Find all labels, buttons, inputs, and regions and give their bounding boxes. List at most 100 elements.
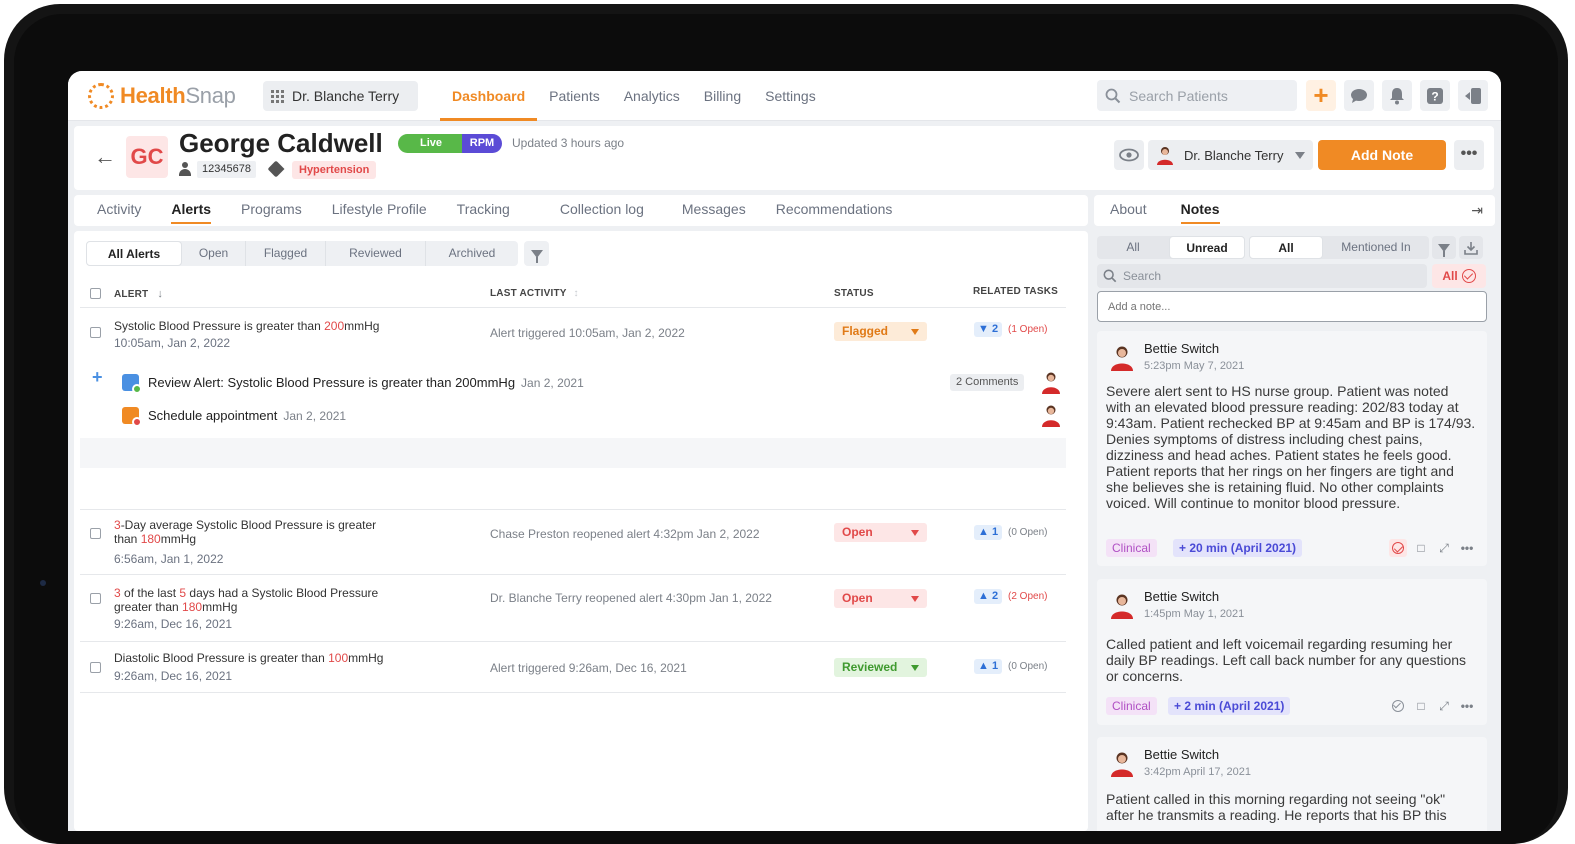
note-author: Bettie Switch [1144, 341, 1220, 356]
arrow-up-icon: ▲ [978, 660, 989, 672]
note-tag[interactable]: Clinical [1106, 697, 1157, 715]
note-tag[interactable]: Clinical [1106, 539, 1157, 557]
messages-button[interactable] [1344, 80, 1374, 111]
filter-flagged[interactable]: Flagged [246, 241, 326, 266]
filter-icon [530, 249, 543, 263]
tab-activity[interactable]: Activity [84, 195, 154, 226]
task-count[interactable]: ▼ 2 [974, 322, 1003, 337]
nav-patients[interactable]: Patients [537, 71, 612, 121]
alert-title[interactable]: 3-Day average Systolic Blood Pressure is… [114, 518, 414, 546]
back-arrow-icon[interactable]: ← [94, 144, 116, 170]
tab-programs[interactable]: Programs [228, 195, 315, 226]
notes-panel: All Unread All Mentioned In Search All B… [1094, 231, 1495, 831]
add-plus-button[interactable]: + [1306, 80, 1336, 111]
note-more-icon[interactable]: ••• [1458, 697, 1476, 715]
notifications-button[interactable] [1382, 80, 1412, 111]
header-alert[interactable]: ALERT ↓ [114, 288, 163, 300]
help-button[interactable]: ? [1420, 80, 1450, 111]
mention-filter: All Mentioned In [1249, 236, 1429, 259]
expand-icon[interactable]: ⤢ [1435, 539, 1453, 557]
task-count[interactable]: ▲ 1 [974, 659, 1003, 674]
tab-about[interactable]: About [1097, 195, 1160, 226]
row-checkbox[interactable] [90, 662, 101, 673]
status-dropdown[interactable]: Open [834, 589, 927, 608]
alerts-panel: All Alerts Open Flagged Reviewed Archive… [74, 231, 1088, 831]
note-time: 1:45pm May 1, 2021 [1144, 608, 1245, 620]
task-icon [122, 374, 142, 394]
row-checkbox[interactable] [90, 593, 101, 604]
alert-title[interactable]: Systolic Blood Pressure is greater than … [114, 319, 379, 333]
filter-button[interactable] [524, 241, 549, 266]
comments-badge[interactable]: 2 Comments [950, 374, 1025, 391]
row-checkbox[interactable] [90, 528, 101, 539]
alert-title[interactable]: Diastolic Blood Pressure is greater than… [114, 651, 383, 665]
mark-read-icon[interactable] [1389, 539, 1407, 557]
filter-all-alerts[interactable]: All Alerts [86, 241, 182, 266]
note-time: 3:42pm April 17, 2021 [1144, 766, 1252, 778]
tab-notes[interactable]: Notes [1168, 195, 1233, 226]
tab-recommendations[interactable]: Recommendations [763, 195, 906, 226]
all-notes-chip[interactable]: All [1432, 264, 1486, 288]
nav-dashboard[interactable]: Dashboard [440, 71, 538, 121]
assignee-dropdown[interactable]: Dr. Blanche Terry [1148, 140, 1313, 170]
app-screen: HealthSnap Dr. Blanche Terry Dashboard P… [68, 71, 1501, 831]
search-patients-input[interactable]: Search Patients [1097, 80, 1297, 111]
status-dropdown[interactable]: Flagged [834, 322, 927, 341]
tab-collection-log[interactable]: Collection log [547, 195, 657, 226]
comment-icon[interactable]: □ [1412, 539, 1430, 557]
mark-read-icon[interactable] [1389, 697, 1407, 715]
alert-title[interactable]: 3 of the last 5 days had a Systolic Bloo… [114, 586, 414, 614]
filter-open[interactable]: Open [182, 241, 246, 266]
divider [80, 574, 1066, 575]
tab-messages[interactable]: Messages [669, 195, 759, 226]
more-options-icon[interactable]: ••• [1454, 140, 1484, 170]
subtask-title[interactable]: Review Alert: Systolic Blood Pressure is… [148, 375, 584, 390]
comment-icon[interactable]: □ [1412, 697, 1430, 715]
notes-filter-button[interactable] [1432, 236, 1456, 259]
row-checkbox[interactable] [90, 327, 101, 338]
download-button[interactable] [1459, 236, 1483, 259]
add-task-icon[interactable]: + [92, 367, 103, 388]
filter-all-notes[interactable]: All [1097, 236, 1169, 259]
alert-time: 9:26am, Dec 16, 2021 [114, 669, 233, 683]
nav-settings[interactable]: Settings [753, 71, 828, 121]
collapse-panel-icon[interactable]: ⇥ [1471, 202, 1483, 219]
read-filter: All Unread [1097, 236, 1245, 259]
logo[interactable]: HealthSnap [88, 81, 236, 111]
filter-archived[interactable]: Archived [426, 241, 518, 266]
status-dropdown[interactable]: Reviewed [834, 658, 927, 677]
last-activity: Dr. Blanche Terry reopened alert 4:30pm … [490, 591, 772, 605]
status-dropdown[interactable]: Open [834, 523, 927, 542]
note-duration[interactable]: + 2 min (April 2021) [1168, 697, 1291, 715]
logout-button[interactable] [1458, 80, 1488, 111]
note-card: Bettie Switch 3:42pm April 17, 2021 Pati… [1097, 737, 1487, 831]
chevron-down-icon [911, 665, 919, 671]
add-note-button[interactable]: Add Note [1318, 140, 1446, 170]
filter-mentioned-in[interactable]: Mentioned In [1323, 236, 1429, 259]
notes-search-input[interactable]: Search [1097, 264, 1427, 288]
tab-lifestyle-profile[interactable]: Lifestyle Profile [319, 195, 440, 226]
task-count[interactable]: ▲ 2 [974, 589, 1003, 604]
logo-text: HealthSnap [120, 83, 236, 108]
note-duration[interactable]: + 20 min (April 2021) [1173, 539, 1303, 557]
nav-analytics[interactable]: Analytics [612, 71, 692, 121]
filter-unread[interactable]: Unread [1169, 236, 1245, 259]
task-count[interactable]: ▲ 1 [974, 525, 1003, 540]
header-last-activity[interactable]: LAST ACTIVITY ↕ [490, 288, 579, 299]
filter-all-mentions[interactable]: All [1249, 236, 1323, 259]
doctor-switcher[interactable]: Dr. Blanche Terry [263, 81, 418, 111]
filter-reviewed[interactable]: Reviewed [326, 241, 426, 266]
expand-icon[interactable]: ⤢ [1435, 697, 1453, 715]
tab-tracking[interactable]: Tracking [444, 195, 523, 226]
check-circle-icon [1461, 269, 1476, 283]
tab-alerts[interactable]: Alerts [158, 195, 224, 226]
add-note-input[interactable] [1097, 291, 1487, 322]
nav-billing[interactable]: Billing [692, 71, 753, 121]
select-all-checkbox[interactable] [90, 288, 101, 299]
subtask-title[interactable]: Schedule appointment Jan 2, 2021 [148, 408, 346, 423]
note-body: Patient called in this morning regarding… [1106, 791, 1447, 823]
task-open: (1 Open) [1008, 324, 1048, 335]
note-more-icon[interactable]: ••• [1458, 539, 1476, 557]
view-button[interactable] [1114, 140, 1144, 170]
help-icon: ? [1427, 87, 1443, 104]
